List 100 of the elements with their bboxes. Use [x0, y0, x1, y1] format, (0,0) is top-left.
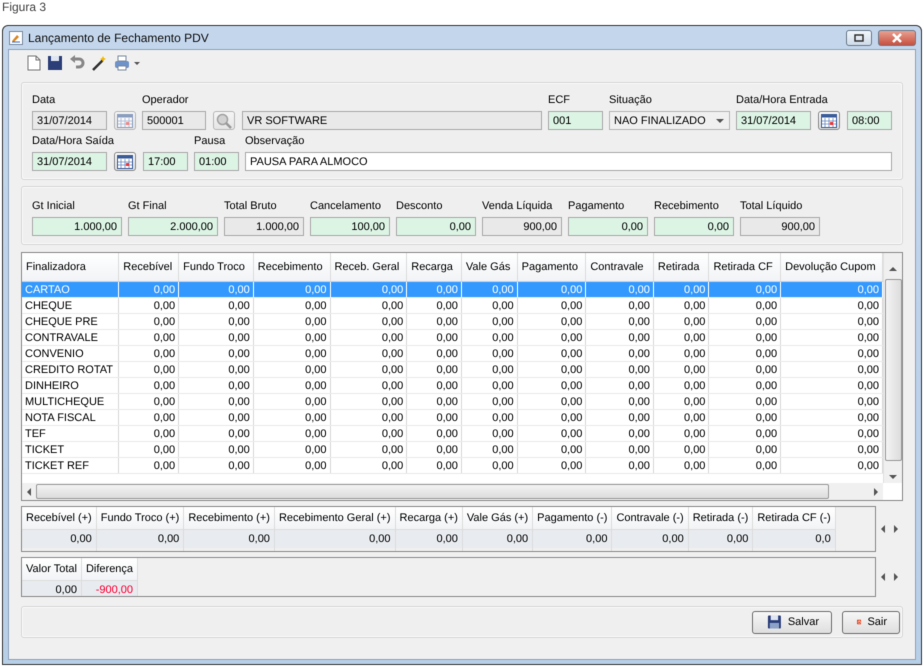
table-cell: 0,00 [330, 378, 407, 394]
input-field[interactable]: 08:00 [847, 111, 892, 130]
column-header[interactable]: Retirada [653, 253, 709, 282]
amount-field[interactable]: 0,00 [654, 217, 734, 236]
horizontal-scrollbar[interactable] [22, 483, 883, 500]
table-cell: 0,00 [178, 410, 254, 426]
amount-field[interactable]: 0,00 [568, 217, 648, 236]
table-cell: 0,00 [517, 282, 586, 298]
table-cell: 0,00 [118, 282, 179, 298]
amount-field[interactable]: 0,00 [396, 217, 476, 236]
table-cell: 0,00 [406, 330, 462, 346]
calendar-button[interactable] [114, 152, 136, 171]
table-cell: 0,00 [118, 410, 179, 426]
table-cell: 0,00 [517, 298, 586, 314]
scroll-left-icon[interactable] [880, 524, 886, 534]
scroll-right-icon[interactable] [893, 524, 899, 534]
save-button[interactable]: Salvar [752, 610, 832, 634]
exit-button[interactable]: Sair [842, 610, 900, 634]
scroll-left-icon[interactable] [26, 486, 32, 496]
input-field[interactable]: 500001 [142, 111, 206, 130]
table-cell: 0,00 [118, 394, 179, 410]
table-cell: 0,00 [586, 394, 654, 410]
input-field[interactable]: 31/07/2014 [32, 111, 107, 130]
column-header: Recarga (+) [396, 507, 462, 530]
scroll-left-icon[interactable] [880, 572, 886, 582]
table-cell: 0,00 [517, 426, 586, 442]
input-field[interactable]: 01:00 [194, 152, 239, 171]
table-cell: 0,00 [253, 330, 330, 346]
table-cell: 0,00 [780, 442, 882, 458]
table-cell: 0,00 [178, 314, 254, 330]
table-cell: 0,00 [253, 362, 330, 378]
new-document-button[interactable] [27, 54, 41, 72]
table-cell: 0,00 [586, 346, 654, 362]
table-cell: 0,00 [653, 426, 709, 442]
table-cell: 0,00 [118, 378, 179, 394]
input-field[interactable]: 31/07/2014 [736, 111, 811, 130]
column-header[interactable]: Devolução Cupom [780, 253, 882, 282]
close-button[interactable] [878, 30, 916, 46]
column-header[interactable]: Pagamento [517, 253, 586, 282]
table-cell: 0,00 [96, 530, 184, 548]
table-cell: CHEQUE PRE [22, 314, 119, 330]
input-field[interactable]: PAUSA PARA ALMOCO [245, 152, 892, 171]
calendar-icon [117, 114, 133, 128]
table-cell: 0,00 [253, 458, 330, 474]
amount-field[interactable]: 900,00 [482, 217, 562, 236]
table-cell: 0,00 [461, 394, 518, 410]
table-cell: 0,00 [253, 426, 330, 442]
amount-field[interactable]: 1.000,00 [224, 217, 304, 236]
table-cell: 0,00 [178, 362, 254, 378]
table-cell: 0,00 [330, 442, 407, 458]
column-header[interactable]: Recebimento [253, 253, 330, 282]
print-button[interactable] [113, 54, 141, 72]
input-field[interactable]: 31/07/2014 [32, 152, 107, 171]
field-label: Venda Líquida [482, 199, 554, 213]
vertical-scrollbar[interactable] [883, 253, 902, 483]
table-cell: MULTICHEQUE [22, 394, 119, 410]
table-cell: 0,00 [330, 298, 407, 314]
amount-field[interactable]: 2.000,00 [128, 217, 218, 236]
column-header[interactable]: Vale Gás [461, 253, 518, 282]
input-field[interactable]: VR SOFTWARE [242, 111, 542, 130]
table-cell: 0,00 [653, 378, 709, 394]
column-header[interactable]: Recarga [406, 253, 462, 282]
save-button[interactable] [47, 54, 63, 72]
table-cell: 0,00 [708, 298, 781, 314]
table-cell: 0,00 [118, 298, 179, 314]
column-header[interactable]: Finalizadora [22, 253, 119, 282]
column-header[interactable]: Fundo Troco [178, 253, 254, 282]
table-cell: 0,00 [780, 378, 882, 394]
table-cell: 0,00 [178, 330, 254, 346]
amount-field[interactable]: 1.000,00 [32, 217, 122, 236]
scroll-down-icon[interactable] [888, 473, 898, 481]
calendar-button[interactable] [818, 111, 840, 130]
scroll-right-icon[interactable] [893, 572, 899, 582]
magic-wand-button[interactable] [91, 54, 107, 72]
column-header[interactable]: Recebível [118, 253, 179, 282]
table-cell: 0,00 [653, 362, 709, 378]
column-header[interactable]: Contravale [586, 253, 654, 282]
input-field[interactable]: 17:00 [143, 152, 188, 171]
table-cell: DINHEIRO [22, 378, 119, 394]
table-cell: 0,00 [396, 530, 462, 548]
scroll-right-icon[interactable] [873, 486, 879, 496]
scroll-up-icon[interactable] [888, 265, 898, 273]
restore-button[interactable] [846, 30, 872, 46]
field-label: Pagamento [568, 199, 626, 213]
table-cell: 0,00 [253, 378, 330, 394]
table-cell: CREDITO ROTAT [22, 362, 119, 378]
table-cell: 0,00 [653, 346, 709, 362]
table-cell: 0,00 [517, 458, 586, 474]
column-header[interactable]: Receb. Geral [330, 253, 407, 282]
amount-field[interactable]: 900,00 [740, 217, 820, 236]
table-cell: 0,00 [708, 330, 781, 346]
table-cell: 0,00 [533, 530, 612, 548]
amount-field[interactable]: 100,00 [310, 217, 390, 236]
table-cell: 0,00 [708, 426, 781, 442]
column-header[interactable]: Retirada CF [708, 253, 781, 282]
table-cell: 0,00 [708, 442, 781, 458]
table-cell: 0,00 [517, 362, 586, 378]
table-cell: 0,00 [586, 298, 654, 314]
input-field[interactable]: 001 [548, 111, 603, 130]
table-cell: 0,00 [517, 330, 586, 346]
